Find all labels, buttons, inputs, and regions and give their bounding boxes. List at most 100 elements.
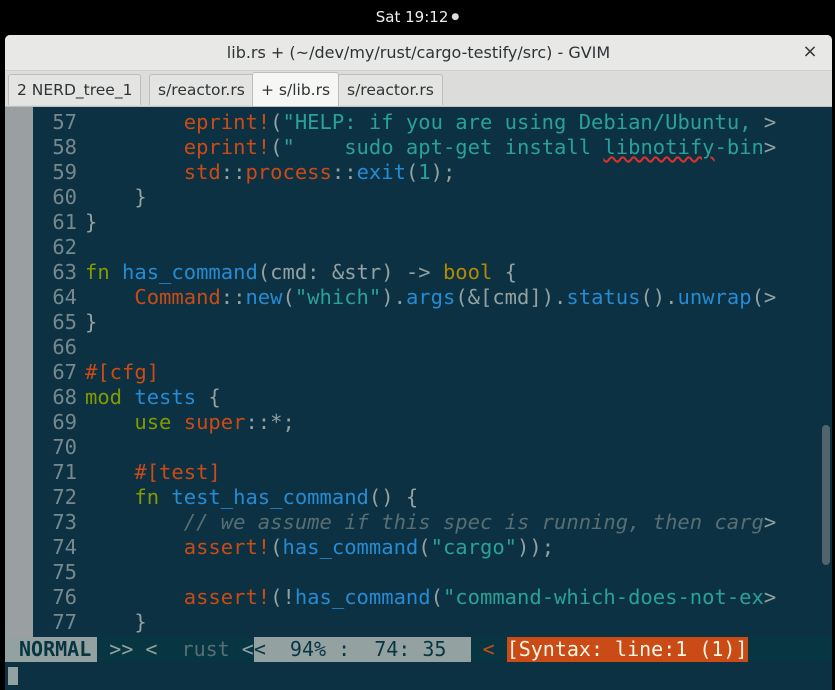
status-line: NORMAL >> < rust << 94% : 74: 35 < [Synt… [5, 637, 832, 662]
window-titlebar[interactable]: lib.rs + (~/dev/my/rust/cargo-testify/sr… [5, 35, 832, 71]
code-token: ( [282, 285, 295, 309]
code-token: #[cfg] [85, 360, 160, 384]
code-token: { [492, 260, 518, 284]
code-line[interactable]: 70 [33, 435, 776, 460]
code-token: fn [85, 260, 110, 284]
code-token: ) -> [381, 260, 443, 284]
line-number: 69 [52, 410, 77, 434]
code-line[interactable]: 60 } [33, 185, 776, 210]
code-token: { [196, 385, 221, 409]
code-line[interactable]: 66 [33, 335, 776, 360]
close-icon[interactable]: × [798, 40, 822, 64]
code-token: } [85, 210, 98, 234]
code-token: test_has_command [171, 485, 369, 509]
code-token: ( [430, 585, 443, 609]
code-token: libnotify [603, 135, 715, 159]
clock[interactable]: Sat 19:12 [376, 8, 449, 26]
line-number: 72 [52, 485, 77, 509]
code-line[interactable]: 74 assert!(has_command("cargo")); [33, 535, 776, 560]
code-line[interactable]: 64 Command::new("which").args(&[cmd]).st… [33, 285, 776, 310]
code-token: > [763, 110, 777, 134]
code-line[interactable]: 72 fn test_has_command() { [33, 485, 776, 510]
code-token: ( [270, 535, 283, 559]
code-line[interactable]: 75 [33, 560, 776, 585]
line-number: 60 [52, 185, 77, 209]
line-number: 71 [52, 460, 77, 484]
code-line[interactable]: 73 // we assume if this spec is running,… [33, 510, 776, 535]
code-line[interactable]: 77 } [33, 610, 776, 635]
system-top-bar: Sat 19:12 ● [0, 0, 835, 33]
line-number: 61 [52, 210, 77, 234]
editor-area[interactable]: 57 eprint!("HELP: if you are using Debia… [5, 107, 832, 690]
recording-indicator-icon: ● [451, 11, 460, 22]
line-number: 59 [52, 160, 77, 184]
tab-reactor-1[interactable]: s/reactor.rs [149, 74, 254, 105]
code-token: (> [751, 285, 777, 309]
scrollbar[interactable] [820, 107, 832, 637]
code-line[interactable]: 71 #[test] [33, 460, 776, 485]
code-token: "cargo" [430, 535, 518, 559]
status-separator: < [470, 637, 507, 661]
cursor-position: < 94% : 74: 35 [253, 637, 471, 662]
line-number: 68 [52, 385, 77, 409]
code-token: has_command [294, 585, 431, 609]
code-line[interactable]: 58 eprint!(" sudo apt-get install libnot… [33, 135, 776, 160]
line-number: 70 [52, 435, 77, 459]
code-line[interactable]: 59 std::process::exit(1); [33, 160, 776, 185]
line-number: 64 [52, 285, 77, 309]
nerdtree-split-edge[interactable] [5, 107, 33, 637]
code-token: use [134, 410, 172, 434]
command-line[interactable]: : [5, 662, 832, 690]
code-token: (! [270, 585, 295, 609]
code-token: )); [517, 535, 555, 559]
code-line[interactable]: 57 eprint!("HELP: if you are using Debia… [33, 110, 776, 135]
gvim-window: lib.rs + (~/dev/my/rust/cargo-testify/sr… [5, 35, 832, 690]
code-token: ). [381, 285, 406, 309]
cursor [8, 667, 18, 685]
code-token: process [245, 160, 332, 184]
code-line[interactable]: 76 assert!(!has_command("command-which-d… [33, 585, 776, 610]
code-line[interactable]: 62 [33, 235, 776, 260]
code-token: exit [356, 160, 406, 184]
scrollbar-thumb[interactable] [822, 425, 830, 565]
code-token: (&[cmd]). [455, 285, 567, 309]
code-token: status [566, 285, 641, 309]
code-token: & [331, 260, 345, 284]
code-token: has_command [282, 535, 419, 559]
code-token: > [763, 135, 777, 159]
code-token: " [282, 135, 345, 159]
code-token: ::*; [245, 410, 295, 434]
code-token: Command [134, 285, 221, 309]
code-line[interactable]: 68 mod tests { [33, 385, 776, 410]
code-line[interactable]: 61} [33, 210, 776, 235]
line-number: 76 [52, 585, 77, 609]
code-token: apt-get install [393, 135, 604, 159]
code-token: new [245, 285, 283, 309]
code-token: > [763, 510, 777, 534]
code-token: :: [220, 285, 246, 309]
mode-indicator: NORMAL [5, 637, 98, 662]
code-token: (). [640, 285, 678, 309]
code-lines[interactable]: 57 eprint!("HELP: if you are using Debia… [33, 110, 776, 635]
code-token: assert! [183, 585, 271, 609]
code-line[interactable]: 63 fn has_command(cmd: &str) -> bool { [33, 260, 776, 285]
status-separator: >> < [97, 637, 182, 661]
line-number: 73 [52, 510, 77, 534]
code-line[interactable]: 67 #[cfg] [33, 360, 776, 385]
code-line[interactable]: 65} [33, 310, 776, 335]
tab-nerdtree[interactable]: 2 NERD_tree_1 [8, 74, 142, 105]
code-token: tests [134, 385, 197, 409]
code-token: } [85, 310, 98, 334]
tab-lib-rs[interactable]: + s/lib.rs [252, 72, 340, 106]
code-token: :: [331, 160, 357, 184]
code-line[interactable]: 69 use super::*; [33, 410, 776, 435]
code-token: "which" [294, 285, 382, 309]
tab-reactor-2[interactable]: s/reactor.rs [338, 74, 443, 105]
code-token: } [85, 185, 147, 209]
